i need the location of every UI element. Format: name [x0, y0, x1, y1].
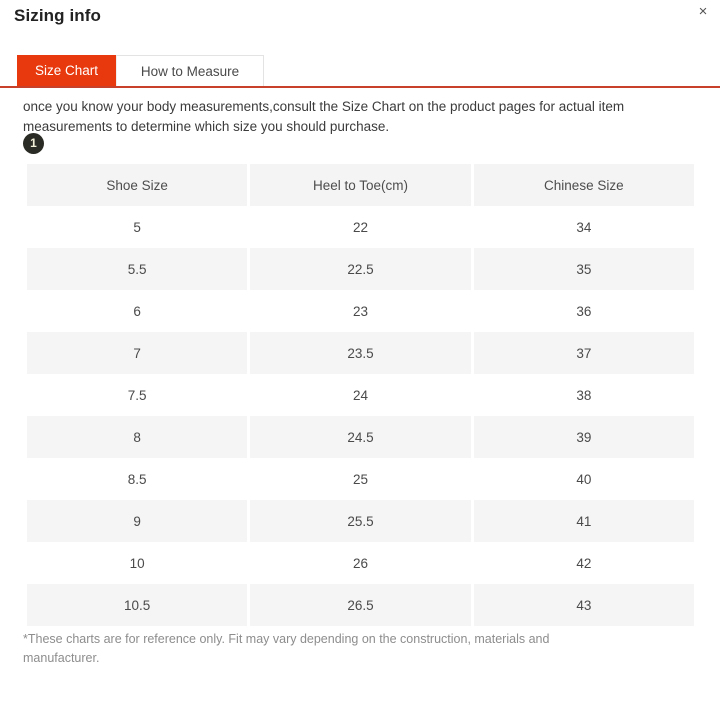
- intro-text: once you know your body measurements,con…: [23, 99, 625, 134]
- column-header-heel-to-toe: Heel to Toe(cm): [250, 164, 471, 206]
- cell-heel-to-toe: 23: [250, 290, 471, 332]
- cell-chinese-size: 40: [473, 458, 694, 500]
- cell-shoe-size: 10.5: [27, 584, 248, 626]
- cell-heel-to-toe: 22.5: [250, 248, 471, 290]
- table-row: 10.5 26.5 43: [27, 584, 694, 626]
- cell-chinese-size: 41: [473, 500, 694, 542]
- cell-shoe-size: 7.5: [27, 374, 248, 416]
- cell-chinese-size: 39: [473, 416, 694, 458]
- cell-chinese-size: 38: [473, 374, 694, 416]
- cell-chinese-size: 42: [473, 542, 694, 584]
- column-header-shoe-size: Shoe Size: [27, 164, 248, 206]
- cell-shoe-size: 8: [27, 416, 248, 458]
- cell-shoe-size: 10: [27, 542, 248, 584]
- table-row: 7.5 24 38: [27, 374, 694, 416]
- table-body: 5 22 34 5.5 22.5 35 6 23 36 7 23.5 37 7.…: [27, 206, 694, 626]
- cell-heel-to-toe: 26: [250, 542, 471, 584]
- table-header-row: Shoe Size Heel to Toe(cm) Chinese Size: [27, 164, 694, 206]
- cell-shoe-size: 8.5: [27, 458, 248, 500]
- disclaimer-note: *These charts are for reference only. Fi…: [23, 632, 550, 665]
- page-title: Sizing info: [14, 6, 102, 25]
- cell-shoe-size: 9: [27, 500, 248, 542]
- table-row: 5.5 22.5 35: [27, 248, 694, 290]
- close-icon[interactable]: ×: [693, 2, 713, 22]
- cell-shoe-size: 5: [27, 206, 248, 248]
- tab-how-to-measure[interactable]: How to Measure: [116, 55, 265, 86]
- cell-heel-to-toe: 26.5: [250, 584, 471, 626]
- table-row: 8.5 25 40: [27, 458, 694, 500]
- cell-heel-to-toe: 23.5: [250, 332, 471, 374]
- cell-heel-to-toe: 24.5: [250, 416, 471, 458]
- tab-underline-divider: [0, 86, 720, 88]
- step-badge: 1: [23, 133, 44, 154]
- tab-size-chart[interactable]: Size Chart: [17, 55, 117, 86]
- table-row: 9 25.5 41: [27, 500, 694, 542]
- cell-shoe-size: 7: [27, 332, 248, 374]
- cell-chinese-size: 36: [473, 290, 694, 332]
- table-row: 10 26 42: [27, 542, 694, 584]
- cell-heel-to-toe: 24: [250, 374, 471, 416]
- tab-list: Size Chart How to Measure: [17, 55, 265, 86]
- cell-shoe-size: 6: [27, 290, 248, 332]
- table-row: 6 23 36: [27, 290, 694, 332]
- cell-chinese-size: 37: [473, 332, 694, 374]
- cell-chinese-size: 43: [473, 584, 694, 626]
- table-row: 8 24.5 39: [27, 416, 694, 458]
- cell-heel-to-toe: 25.5: [250, 500, 471, 542]
- cell-chinese-size: 34: [473, 206, 694, 248]
- cell-chinese-size: 35: [473, 248, 694, 290]
- table-row: 5 22 34: [27, 206, 694, 248]
- cell-heel-to-toe: 22: [250, 206, 471, 248]
- size-chart-table: Shoe Size Heel to Toe(cm) Chinese Size 5…: [24, 164, 697, 626]
- cell-heel-to-toe: 25: [250, 458, 471, 500]
- column-header-chinese-size: Chinese Size: [473, 164, 694, 206]
- cell-shoe-size: 5.5: [27, 248, 248, 290]
- sizing-info-modal: Sizing info × Size Chart How to Measure …: [0, 0, 720, 720]
- table-header: Shoe Size Heel to Toe(cm) Chinese Size: [27, 164, 694, 206]
- table-row: 7 23.5 37: [27, 332, 694, 374]
